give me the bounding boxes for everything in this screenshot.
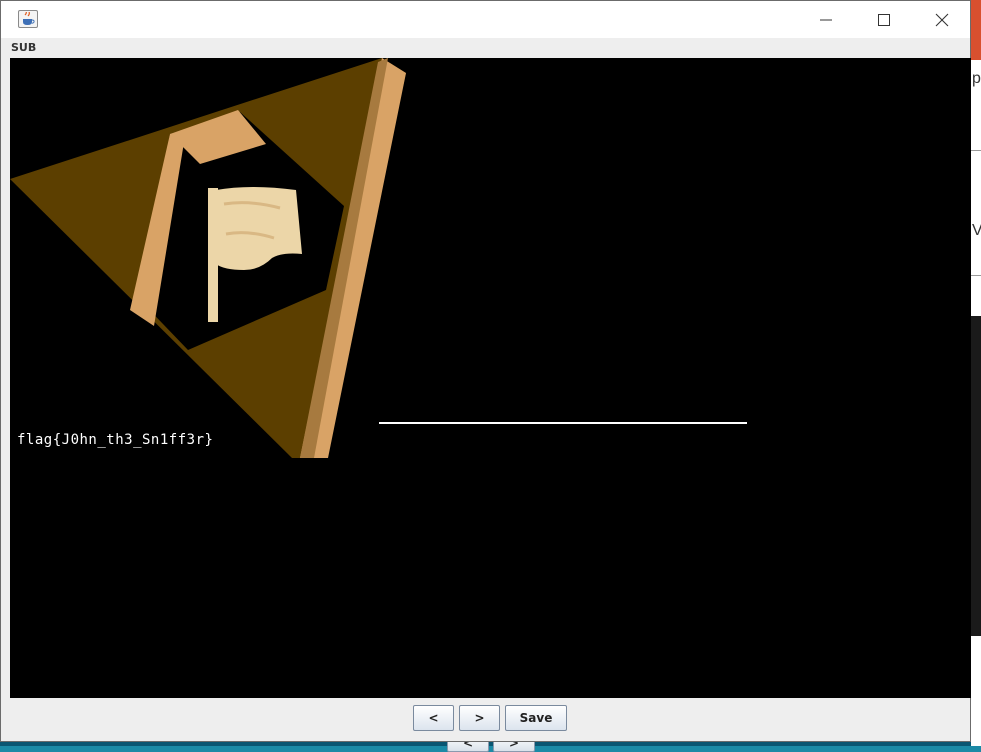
horizontal-line — [379, 422, 747, 424]
background-accent — [971, 0, 981, 60]
minimize-icon — [820, 19, 832, 20]
flag-text: flag{J0hn_th3_Sn1ff3r} — [17, 432, 214, 448]
title-bar[interactable] — [1, 1, 970, 38]
maximize-icon — [878, 13, 890, 26]
java-app-icon[interactable] — [18, 10, 38, 28]
button-bar: < > Save — [1, 698, 970, 741]
rotated-flag-image — [10, 58, 406, 458]
prev-button[interactable]: < — [413, 705, 454, 731]
save-button[interactable]: Save — [505, 705, 567, 731]
next-button[interactable]: > — [459, 705, 500, 731]
menu-sub[interactable]: SUB — [11, 41, 36, 54]
close-icon — [935, 13, 949, 26]
background-dark-panel — [971, 316, 981, 636]
background-divider — [971, 275, 981, 276]
menu-bar: SUB — [1, 38, 970, 57]
image-canvas: flag{J0hn_th3_Sn1ff3r} — [10, 58, 971, 698]
app-window: SUB flag{J0hn_th3_Sn1ff3r} < > Save — [0, 0, 971, 742]
background-window: p V — [971, 0, 981, 746]
minimize-button[interactable] — [797, 1, 855, 38]
maximize-button[interactable] — [855, 1, 913, 38]
background-divider — [971, 150, 981, 151]
close-button[interactable] — [913, 1, 971, 38]
background-letter-v: V — [972, 222, 981, 239]
background-letter-p: p — [972, 70, 981, 87]
